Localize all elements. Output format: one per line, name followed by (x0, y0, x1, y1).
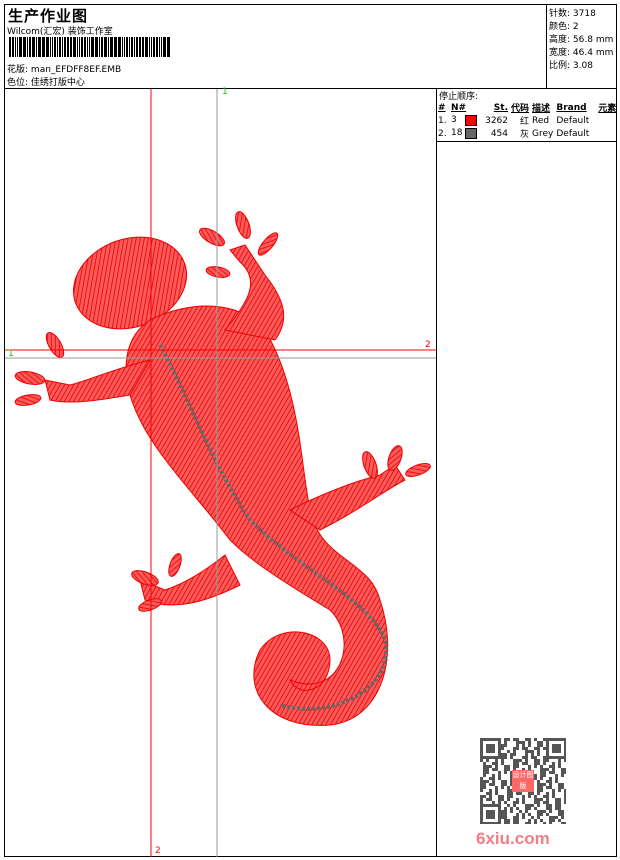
stat-colors: 颜色: 2 (549, 22, 579, 32)
color-swatch (465, 128, 477, 139)
table-divider (436, 141, 617, 142)
table-header: # N# St. 代码 描述 Brand 元素 (438, 102, 617, 115)
embroidery-preview (5, 89, 436, 857)
stamp-logo: 设计图版 (512, 770, 534, 792)
stat-width: 宽度: 46.4 mm (549, 48, 614, 58)
guide-label: 1 (222, 87, 228, 97)
guide-label: 2 (155, 846, 161, 856)
stat-scale: 比例: 3.08 (549, 61, 593, 71)
guide-label: 1 (8, 349, 14, 359)
stat-height: 高度: 56.8 mm (549, 35, 614, 45)
guide-label: 2 (425, 340, 431, 350)
color-swatch (465, 115, 477, 126)
stop-sequence-table: # N# St. 代码 描述 Brand 元素 1. 3 3262 红 Red … (438, 101, 619, 141)
watermark-logo: 6xiu.com (476, 829, 550, 848)
table-row[interactable]: 2. 18 454 灰 Grey Default (438, 127, 619, 140)
stats-divider (546, 4, 547, 88)
right-column-divider (436, 88, 437, 857)
lizard-design (14, 211, 431, 726)
table-row[interactable]: 1. 3 3262 红 Red Default (438, 114, 619, 127)
stat-stitches: 针数: 3718 (549, 9, 596, 19)
